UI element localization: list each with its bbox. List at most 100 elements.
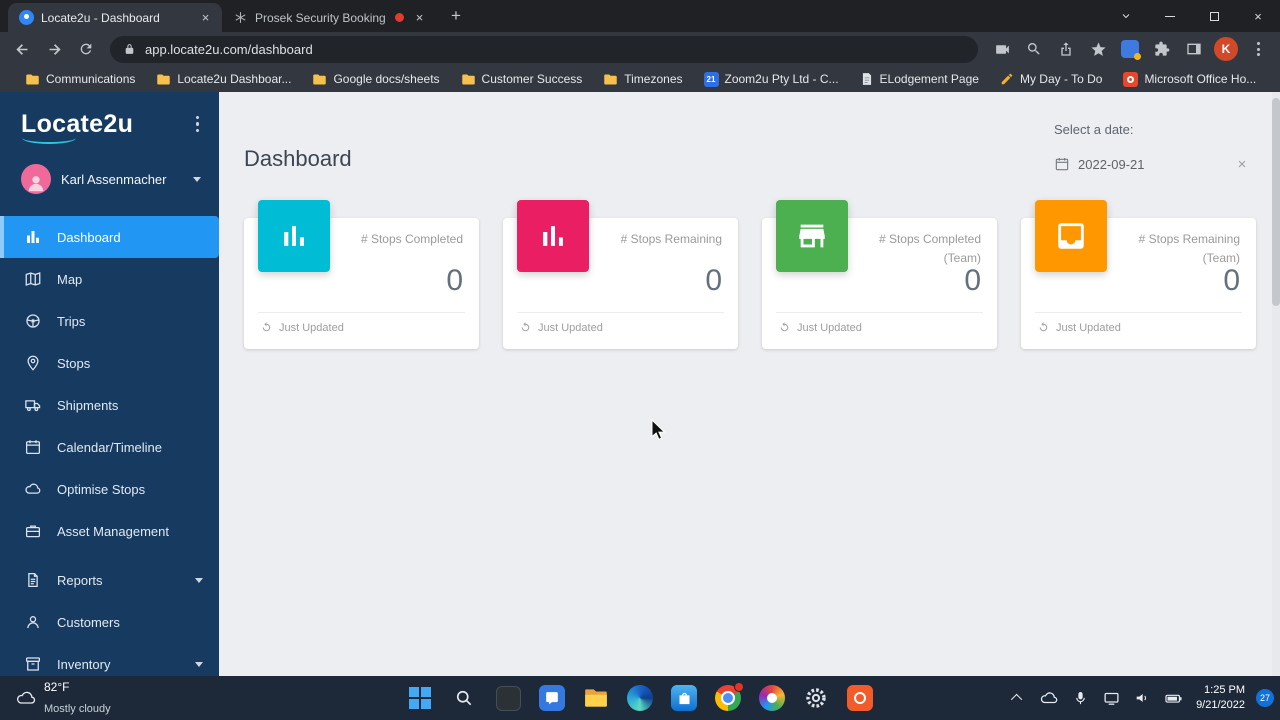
office-favicon [1123, 71, 1139, 87]
tab-close-icon[interactable]: × [197, 9, 214, 26]
bookmark-google-docs[interactable]: Google docs/sheets [303, 70, 448, 89]
sidebar-item-calendar[interactable]: Calendar/Timeline [0, 426, 219, 468]
sidebar-item-dashboard[interactable]: Dashboard [0, 216, 219, 258]
chat-icon[interactable] [534, 680, 570, 716]
stat-cards: # Stops Completed 0 Just Updated # Stops… [244, 200, 1256, 349]
scrollbar-thumb[interactable] [1272, 98, 1280, 306]
screen: Locate2u - Dashboard × Prosek Security B… [0, 0, 1280, 720]
bookmark-my-day[interactable]: My Day - To Do [991, 70, 1111, 88]
sidebar-item-trips[interactable]: Trips [0, 300, 219, 342]
clear-date-icon[interactable]: × [1232, 154, 1252, 174]
bookmark-timezones[interactable]: Timezones [594, 70, 691, 89]
stops-icon [23, 354, 43, 372]
brand-row: Locate2u [0, 92, 219, 156]
file-explorer-icon[interactable] [578, 680, 614, 716]
card-label: # Stops Remaining [620, 232, 722, 246]
new-tab-button[interactable]: + [442, 2, 470, 30]
card-stops-completed: # Stops Completed 0 Just Updated [244, 200, 479, 349]
sidebar-item-shipments[interactable]: Shipments [0, 384, 219, 426]
tray-expand-chevron-icon[interactable] [1006, 684, 1030, 712]
sidebar-item-customers[interactable]: Customers [0, 601, 219, 643]
taskbar-icons [402, 676, 878, 720]
bookmark-communications[interactable]: Communications [16, 70, 144, 89]
tab-close-icon[interactable]: × [411, 9, 428, 26]
customers-icon [23, 613, 43, 631]
update-icon [780, 322, 789, 332]
dashboard-content: Dashboard Select a date: 2022-09-21 × # … [219, 92, 1280, 676]
bookmark-microsoft-office[interactable]: Microsoft Office Ho... [1114, 70, 1265, 89]
windows-taskbar: 82°F Mostly cloudy 1:25 PM 9/21/2022 27 [0, 676, 1280, 720]
clock-date: 9/21/2022 [1196, 699, 1245, 711]
date-input[interactable]: 2022-09-21 × [1054, 154, 1252, 174]
scrollbar-track[interactable] [1272, 92, 1280, 676]
settings-icon[interactable] [798, 680, 834, 716]
camera-icon[interactable] [987, 35, 1017, 63]
bookmark-zoom2u[interactable]: 21 Zoom2u Pty Ltd - C... [695, 70, 848, 89]
tab-prosek[interactable]: Prosek Security Booking × [222, 3, 436, 32]
trips-icon [23, 312, 43, 330]
extension-icon[interactable] [1115, 35, 1145, 63]
maximize-button[interactable] [1192, 0, 1236, 32]
minimize-button[interactable] [1148, 0, 1192, 32]
folder-icon [157, 74, 171, 84]
sidebar-item-stops[interactable]: Stops [0, 342, 219, 384]
browser-menu-kebab-icon[interactable] [1243, 35, 1273, 63]
volume-icon[interactable] [1130, 684, 1154, 712]
dashboard-icon [23, 228, 43, 246]
inventory-icon [23, 655, 43, 673]
app-icon-orange[interactable] [842, 680, 878, 716]
onedrive-icon[interactable] [1037, 684, 1061, 712]
task-view-icon[interactable] [490, 680, 526, 716]
card-footer: Just Updated [260, 321, 344, 334]
notification-badge[interactable]: 27 [1256, 689, 1274, 707]
tab-search-chevron-icon[interactable] [1104, 0, 1148, 32]
folder-icon [26, 74, 39, 84]
bookmark-elodgement[interactable]: ELodgement Page [851, 70, 988, 88]
card-divider [258, 312, 465, 313]
bookmark-customer-success[interactable]: Customer Success [452, 70, 592, 89]
url-text: app.locate2u.com/dashboard [145, 41, 313, 57]
start-button[interactable] [402, 680, 438, 716]
weather-widget[interactable]: 82°F Mostly cloudy [8, 676, 119, 720]
close-button[interactable]: × [1236, 0, 1280, 32]
profile-avatar[interactable]: K [1211, 35, 1241, 63]
prosek-favicon [232, 10, 248, 26]
sidebar-item-inventory[interactable]: Inventory [0, 643, 219, 676]
sidebar-item-optimise-stops[interactable]: Optimise Stops [0, 468, 219, 510]
card-value: 0 [705, 264, 722, 297]
user-menu[interactable]: Karl Assenmacher [0, 156, 219, 202]
folder-icon [604, 74, 617, 84]
microphone-icon[interactable] [1068, 684, 1092, 712]
screen-recorder-icon[interactable] [754, 680, 790, 716]
taskbar-clock[interactable]: 1:25 PM 9/21/2022 [1192, 683, 1249, 714]
extensions-puzzle-icon[interactable] [1147, 35, 1177, 63]
card-footer: Just Updated [778, 321, 862, 334]
share-icon[interactable] [1051, 35, 1081, 63]
card-divider [1035, 312, 1242, 313]
chevron-down-icon [195, 661, 203, 667]
bookmark-locate2u-dashboard[interactable]: Locate2u Dashboar... [147, 70, 300, 89]
forward-button[interactable] [39, 35, 69, 63]
battery-icon[interactable] [1161, 684, 1185, 712]
sidebar-menu-kebab-icon[interactable] [192, 112, 204, 137]
edge-icon[interactable] [622, 680, 658, 716]
bookmark-star-icon[interactable] [1083, 35, 1113, 63]
zoom-icon[interactable] [1019, 35, 1049, 63]
card-stops-completed-team: # Stops Completed (Team) 0 Just Updated [762, 200, 997, 349]
back-button[interactable] [7, 35, 37, 63]
sidebar-item-asset-management[interactable]: Asset Management [0, 510, 219, 552]
tab-locate2u[interactable]: Locate2u - Dashboard × [8, 3, 222, 32]
tab-title: Prosek Security Booking [255, 10, 386, 25]
calendar-icon [23, 438, 43, 456]
page-favicon [862, 73, 871, 85]
card-value: 0 [964, 264, 981, 297]
side-panel-icon[interactable] [1179, 35, 1209, 63]
sidebar-item-map[interactable]: Map [0, 258, 219, 300]
cast-icon[interactable] [1099, 684, 1123, 712]
chrome-icon[interactable] [710, 680, 746, 716]
microsoft-store-icon[interactable] [666, 680, 702, 716]
reload-button[interactable] [71, 35, 101, 63]
taskbar-search-button[interactable] [446, 680, 482, 716]
sidebar-item-reports[interactable]: Reports [0, 559, 219, 601]
address-bar[interactable]: app.locate2u.com/dashboard [110, 35, 978, 63]
